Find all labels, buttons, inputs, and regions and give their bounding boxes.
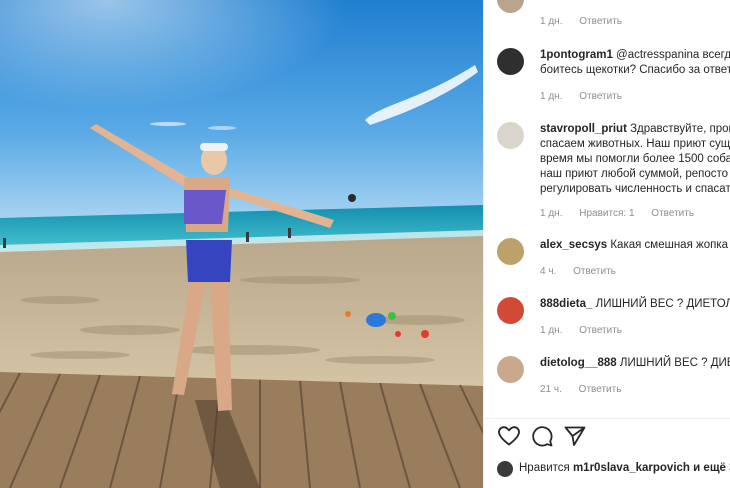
avatar[interactable]: [497, 122, 524, 149]
comment-username[interactable]: dietolog__888: [540, 357, 617, 369]
comment-username[interactable]: 888dieta_: [540, 298, 592, 310]
comment-time: 4 ч.: [540, 266, 557, 277]
comment-button[interactable]: [530, 424, 554, 448]
avatar[interactable]: [497, 297, 524, 324]
comment-text: stavropoll_priut Здравствуйте, прошу спа…: [540, 123, 730, 195]
heart-icon: [498, 426, 520, 446]
avatar[interactable]: [497, 356, 524, 383]
comment-meta: 21 ч. Ответить: [540, 384, 635, 395]
reply-link[interactable]: Ответить: [579, 325, 622, 336]
comment-meta: 1 дн. Нравится: 1 Ответить: [540, 208, 708, 219]
comment-time: 1 дн.: [540, 91, 563, 102]
comments-list[interactable]: 1 дн. Ответить 1pontogram1 @actresspanin…: [484, 0, 730, 418]
avatar[interactable]: [497, 48, 524, 75]
like-count[interactable]: Нравится: 1: [579, 208, 634, 219]
comment-text: 1pontogram1 @actresspanina всегда боитес…: [540, 49, 730, 76]
share-button[interactable]: [563, 424, 587, 448]
comment-text: dietolog__888 ЛИШНИЙ ВЕС ? ДИЕТО: [540, 357, 730, 369]
reply-link[interactable]: Ответить: [579, 91, 622, 102]
comment-time: 1 дн.: [540, 208, 563, 219]
likes-row: Нравится m1r0slava_karpovich и ещё 3: [497, 460, 730, 478]
comment-username[interactable]: alex_secsys: [540, 239, 607, 251]
avatar[interactable]: [497, 461, 513, 477]
paper-plane-icon: [564, 426, 586, 446]
reply-link[interactable]: Ответить: [573, 266, 616, 277]
comment-username[interactable]: 1pontogram1: [540, 49, 613, 61]
avatar[interactable]: [497, 0, 524, 13]
comment-text: alex_secsys Какая смешная жопка: [540, 239, 728, 251]
reply-link[interactable]: Ответить: [651, 208, 694, 219]
comment-time: 1 дн.: [540, 325, 563, 336]
avatar[interactable]: [497, 238, 524, 265]
comment-username[interactable]: stavropoll_priut: [540, 123, 627, 135]
reply-link[interactable]: Ответить: [579, 16, 622, 27]
comments-panel: 1 дн. Ответить 1pontogram1 @actresspanin…: [483, 0, 730, 488]
comment-time: 1 дн.: [540, 16, 563, 27]
post-photo[interactable]: [0, 0, 483, 488]
like-button[interactable]: [497, 424, 521, 448]
liker-username[interactable]: m1r0slava_karpovich: [573, 462, 690, 474]
divider: [484, 418, 730, 419]
comment-meta: 1 дн. Ответить: [540, 16, 636, 27]
comment-meta: 1 дн. Ответить: [540, 325, 636, 336]
likes-more[interactable]: и ещё 3: [693, 462, 730, 474]
likes-text: Нравится m1r0slava_karpovich и ещё 3: [519, 462, 730, 474]
comment-icon: [532, 426, 553, 447]
comment-meta: 1 дн. Ответить: [540, 91, 636, 102]
comment-meta: 4 ч. Ответить: [540, 266, 630, 277]
reply-link[interactable]: Ответить: [579, 384, 622, 395]
beach-photo: [0, 0, 483, 488]
comment-text: 888dieta_ ЛИШНИЙ ВЕС ? ДИЕТОЛО: [540, 298, 730, 310]
comment-time: 21 ч.: [540, 384, 562, 395]
